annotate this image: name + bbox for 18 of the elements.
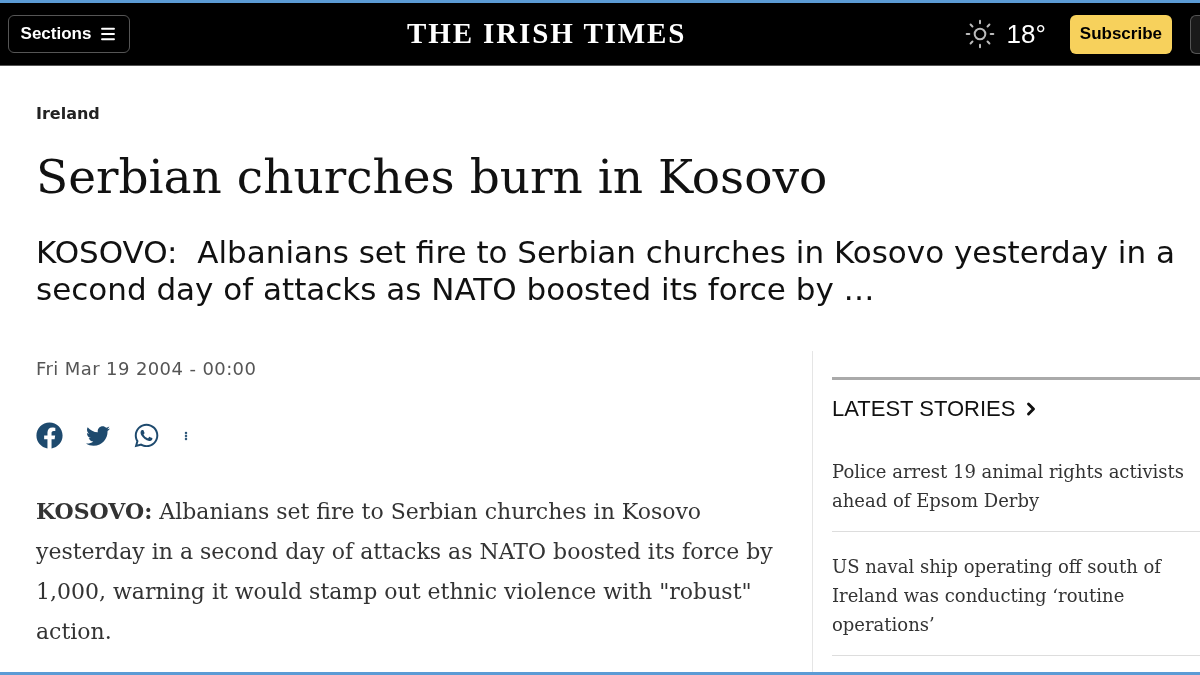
section-link[interactable]: Ireland (36, 102, 100, 126)
article-headline: Serbian churches burn in Kosovo (36, 148, 828, 206)
article-standfirst: KOSOVO: Albanians set fire to Serbian churches in Kosovo yesterday in a second day of attacks as NATO boosted its force by … (36, 234, 1176, 308)
latest-stories-link[interactable]: LATEST STORIES (832, 392, 1042, 425)
whatsapp-icon[interactable] (133, 422, 160, 449)
facebook-icon[interactable] (36, 422, 63, 449)
story-link[interactable]: Police arrest 19 animal rights activists ahead of Epsom Derby (832, 457, 1194, 515)
subscribe-button[interactable]: Subscribe (1069, 14, 1172, 54)
article-body: KOSOVO: Albanians set fire to Serbian churches in Kosovo yesterday in a second day of attacks as NATO boosted its force by 1,000, warning it would stamp out ethnic violence with "robust" action. (36, 497, 774, 646)
story-link[interactable]: US naval ship operating off south of Ireland was conducting ‘routine operations’ (832, 552, 1194, 639)
sun-icon (964, 18, 997, 50)
publish-date: Fri Mar 19 2004 - 00:00 (36, 357, 257, 381)
twitter-icon[interactable] (84, 423, 112, 448)
menu-icon (99, 25, 118, 43)
masthead-title[interactable]: THE IRISH TIMES (407, 12, 687, 56)
temperature-text: 18° (1006, 17, 1046, 51)
sections-button[interactable]: Sections (8, 15, 130, 53)
header-button[interactable] (1190, 14, 1200, 54)
